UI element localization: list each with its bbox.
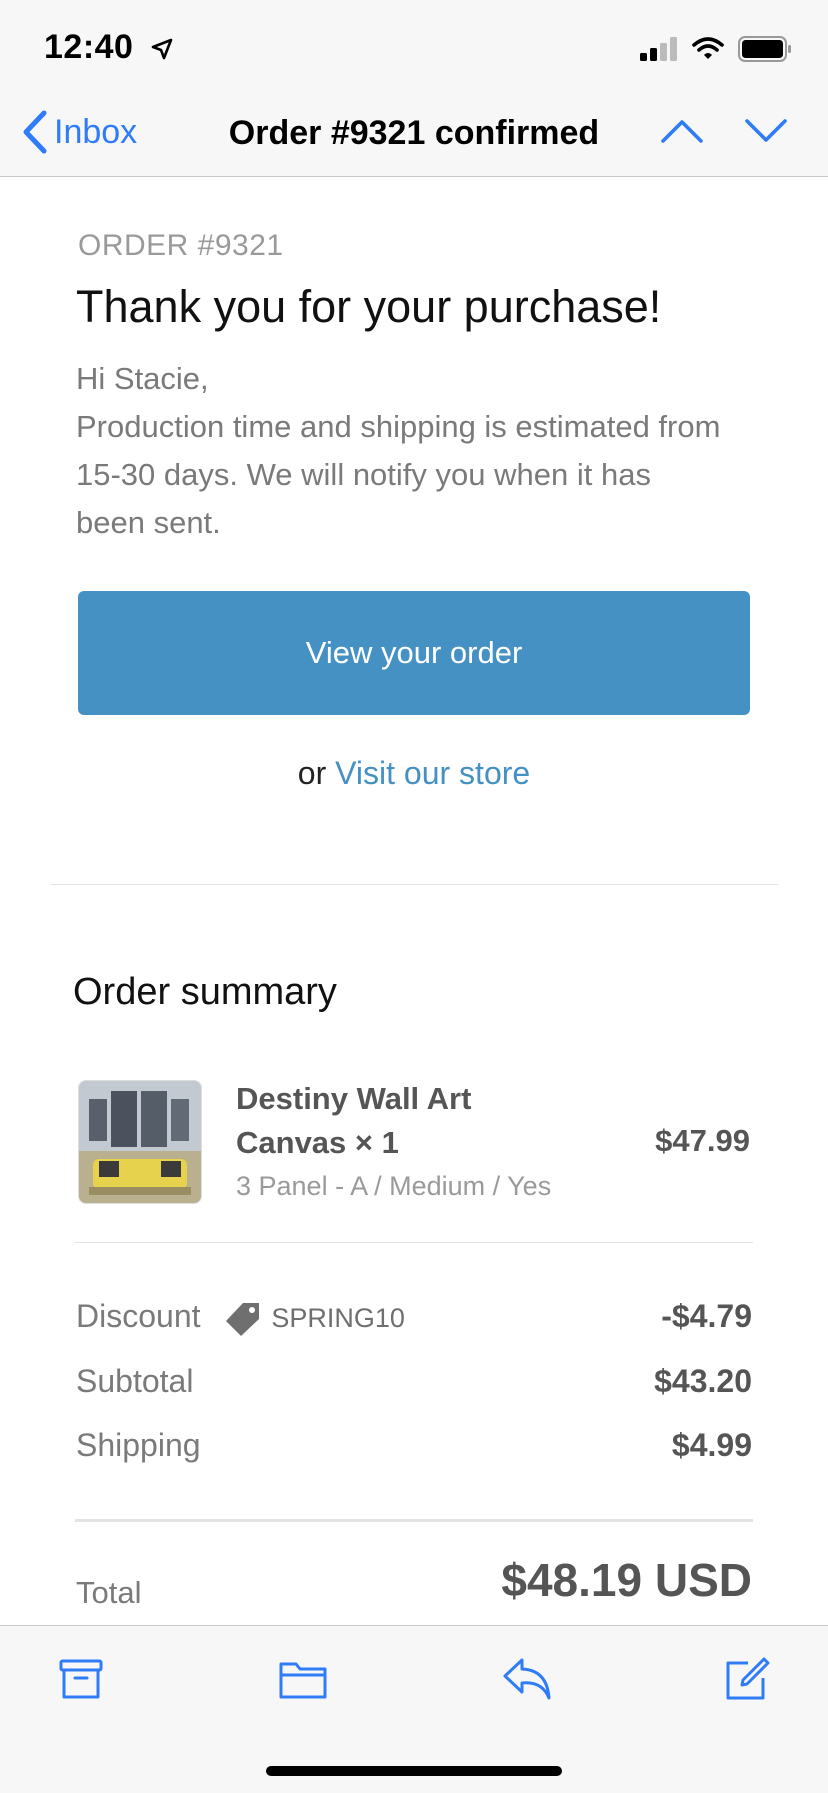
email-body[interactable]: ORDER #9321 Thank you for your purchase!… (0, 177, 828, 1625)
signal-icon (640, 37, 678, 66)
home-indicator[interactable] (266, 1766, 562, 1776)
status-bar: 12:40 (0, 0, 828, 100)
status-time: 12:40 (44, 28, 173, 69)
divider (75, 1242, 753, 1243)
shipping-value: $4.99 (671, 1427, 752, 1463)
archive-icon (59, 1659, 103, 1699)
product-thumbnail (78, 1080, 202, 1204)
view-order-button[interactable]: View your order (78, 591, 750, 715)
order-number-label: ORDER #9321 (78, 229, 284, 262)
discount-code-tag: SPRING10 (225, 1301, 405, 1337)
discount-code: SPRING10 (271, 1303, 405, 1334)
previous-message-button[interactable] (660, 118, 704, 149)
greeting: Hi Stacie, (76, 361, 209, 396)
clock-label: 12:40 (44, 28, 134, 66)
price-tag-icon (226, 1302, 260, 1336)
shipping-row: Shipping $4.99 (76, 1427, 752, 1464)
reply-button[interactable] (502, 1656, 552, 1707)
status-icons (640, 36, 792, 67)
subtotal-row: Subtotal $43.20 (76, 1363, 752, 1400)
total-value: $48.19 USD (501, 1554, 752, 1606)
shipping-note: Production time and shipping is estimate… (76, 409, 721, 540)
or-text: or (297, 755, 336, 791)
shipping-label: Shipping (76, 1427, 201, 1463)
wifi-icon (692, 37, 724, 66)
store-link-line: or Visit our store (0, 755, 828, 792)
compose-icon (726, 1657, 770, 1700)
product-variant: 3 Panel - A / Medium / Yes (236, 1171, 552, 1201)
archive-button[interactable] (58, 1656, 104, 1707)
move-to-folder-button[interactable] (278, 1656, 328, 1707)
navigation-bar: Inbox Order #9321 confirmed (0, 100, 828, 177)
chevron-down-icon (745, 119, 787, 142)
subtotal-label: Subtotal (76, 1363, 194, 1399)
headline: Thank you for your purchase! (76, 281, 662, 332)
compose-button[interactable] (724, 1656, 770, 1707)
location-arrow-icon (151, 30, 173, 69)
chevron-up-icon (661, 120, 703, 143)
divider (50, 884, 778, 885)
order-summary-title: Order summary (73, 971, 337, 1013)
discount-label: Discount (76, 1298, 201, 1334)
message-text: Hi Stacie, Production time and shipping … (76, 355, 726, 547)
battery-icon (738, 36, 792, 67)
folder-icon (279, 1662, 327, 1699)
reply-icon (503, 1658, 551, 1700)
subtotal-value: $43.20 (654, 1363, 752, 1399)
next-message-button[interactable] (744, 118, 788, 149)
visit-store-link[interactable]: Visit our store (335, 755, 530, 791)
discount-value: -$4.79 (661, 1298, 752, 1334)
discount-row: Discount SPRING10 -$4.79 (76, 1298, 752, 1337)
product-name: Destiny Wall Art Canvas × 1 (236, 1081, 472, 1160)
divider (75, 1519, 753, 1522)
total-label: Total (76, 1575, 142, 1610)
product-price: $47.99 (655, 1123, 750, 1158)
